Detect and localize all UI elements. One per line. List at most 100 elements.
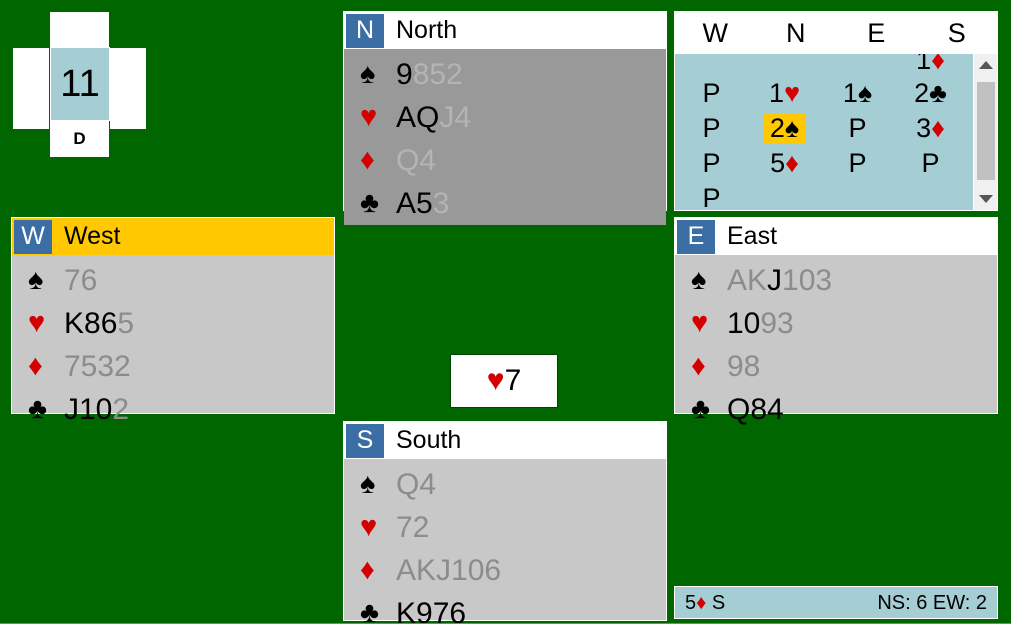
card-list-diamonds[interactable]: 7532	[64, 351, 131, 382]
bid-value: P	[915, 148, 945, 179]
bid-value: 5♦	[764, 148, 805, 179]
card-list-clubs[interactable]: A53	[396, 187, 449, 220]
hand-title-north: North	[396, 16, 458, 44]
bid-cell-s[interactable]: 2♣	[894, 76, 967, 111]
bid-value: P	[696, 183, 726, 211]
hand-panel-east[interactable]: E East ♠ AKJ103 ♥ 1093 ♦ 98 ♣ Q84	[674, 217, 998, 424]
cards-played: 72	[396, 510, 430, 544]
cards-held[interactable]: 10	[727, 307, 760, 340]
hand-panel-north[interactable]: N North ♠ 9852 ♥ AQJ4 ♦ Q4 ♣ A53	[343, 11, 667, 225]
hand-cards-east: ♠ AKJ103 ♥ 1093 ♦ 98 ♣ Q84	[675, 255, 997, 431]
suit-row-diamonds[interactable]: ♦ Q4	[344, 139, 666, 182]
heart-icon: ♥	[360, 101, 378, 133]
board-indicator: D 11	[13, 12, 146, 157]
cards-held[interactable]: Q84	[727, 393, 784, 426]
bid-cell-n[interactable]: 5♦	[748, 146, 821, 181]
suit-row-clubs[interactable]: ♣ J102	[12, 388, 334, 431]
cards-held[interactable]: K86	[64, 307, 117, 340]
suit-row-spades[interactable]: ♠ AKJ103	[675, 259, 997, 302]
hand-panel-south[interactable]: S South ♠ Q4 ♥ 72 ♦ AKJ106 ♣ K976	[343, 421, 667, 628]
card-list-diamonds[interactable]: 98	[727, 351, 760, 382]
cards-held[interactable]: AQ	[396, 101, 439, 134]
played-card: ♥7	[450, 354, 558, 408]
bid-level: P	[848, 148, 867, 178]
bid-cell-s[interactable]: 3♦	[894, 111, 967, 146]
bid-cell-w[interactable]: P	[675, 146, 748, 181]
bid-level: 2	[914, 78, 930, 108]
bidding-box[interactable]: W N E S 1♦ P 1♥ 1♠ 2♣ P 2♠ P 3♦ P 5♦ P P P	[674, 11, 998, 211]
heart-icon: ♥	[784, 78, 801, 108]
scroll-down-icon[interactable]	[974, 188, 997, 210]
card-list-spades[interactable]: Q4	[396, 469, 436, 500]
card-list-hearts[interactable]: K865	[64, 307, 134, 340]
hand-cards-west: ♠ 76 ♥ K865 ♦ 7532 ♣ J102	[12, 255, 334, 431]
suit-row-diamonds[interactable]: ♦ AKJ106	[344, 549, 666, 592]
suit-row-clubs[interactable]: ♣ Q84	[675, 388, 997, 431]
bid-value: P	[842, 113, 872, 144]
seat-badge-west: W	[14, 219, 52, 254]
bid-cell-w[interactable]: P	[675, 76, 748, 111]
bid-cell-n[interactable]: 2♠	[748, 111, 821, 146]
cards-played: J4	[439, 100, 472, 134]
club-icon: ♣	[28, 393, 48, 425]
card-list-diamonds[interactable]: AKJ106	[396, 555, 501, 586]
bid-value: 1♦	[910, 54, 951, 76]
card-list-clubs[interactable]: Q84	[727, 393, 784, 426]
bid-column-header-w: W	[702, 18, 728, 48]
diamond-icon: ♦	[931, 113, 945, 143]
club-icon: ♣	[691, 393, 711, 425]
spade-icon: ♠	[28, 264, 44, 296]
card-list-spades[interactable]: 76	[64, 265, 97, 296]
bid-cell-n[interactable]: 1♥	[748, 76, 821, 111]
bid-value: P	[696, 148, 726, 179]
bid-cell-w[interactable]: P	[675, 181, 748, 211]
scroll-up-icon[interactable]	[974, 54, 997, 76]
cards-held[interactable]: 9	[396, 58, 413, 91]
bidding-scrollbar[interactable]	[973, 54, 997, 210]
bid-cell-e[interactable]: P	[821, 146, 894, 181]
suit-row-hearts[interactable]: ♥ AQJ4	[344, 96, 666, 139]
cards-played: 103	[782, 263, 833, 297]
bid-value: 2♣	[908, 78, 953, 109]
suit-row-hearts[interactable]: ♥ 72	[344, 506, 666, 549]
bid-cell-s[interactable]: 1♦	[894, 54, 967, 76]
bid-cell-s[interactable]: P	[894, 146, 967, 181]
bid-cell-e[interactable]: P	[821, 111, 894, 146]
hand-title-south: South	[396, 426, 462, 454]
bidding-row: P	[675, 181, 967, 211]
suit-row-diamonds[interactable]: ♦ 98	[675, 345, 997, 388]
card-list-hearts[interactable]: 1093	[727, 307, 794, 340]
suit-row-diamonds[interactable]: ♦ 7532	[12, 345, 334, 388]
diamond-icon: ♦	[785, 148, 799, 178]
card-list-spades[interactable]: 9852	[396, 58, 463, 91]
card-list-spades[interactable]: AKJ103	[727, 263, 833, 297]
bidding-rows: 1♦ P 1♥ 1♠ 2♣ P 2♠ P 3♦ P 5♦ P P P	[675, 54, 967, 211]
suit-row-spades[interactable]: ♠ Q4	[344, 463, 666, 506]
cards-held[interactable]: J10	[64, 393, 112, 426]
card-list-hearts[interactable]: 72	[396, 510, 430, 544]
hand-panel-west[interactable]: W West ♠ 76 ♥ K865 ♦ 7532 ♣ J102	[11, 217, 335, 424]
cards-played: Q4	[396, 143, 437, 177]
card-list-clubs[interactable]: J102	[64, 393, 129, 426]
cards-held[interactable]: A5	[396, 187, 433, 220]
hand-header-east: E East	[675, 218, 997, 255]
bid-cell-e[interactable]: 1♠	[821, 76, 894, 111]
club-icon: ♣	[360, 187, 380, 219]
bid-cell-w[interactable]: P	[675, 111, 748, 146]
hand-title-east: East	[727, 222, 778, 250]
suit-row-spades[interactable]: ♠ 76	[12, 259, 334, 302]
card-list-diamonds[interactable]: Q4	[396, 143, 437, 177]
suit-row-hearts[interactable]: ♥ K865	[12, 302, 334, 345]
spade-icon: ♠	[691, 264, 707, 296]
card-list-hearts[interactable]: AQJ4	[396, 100, 472, 134]
bottom-strip	[0, 623, 1011, 631]
scrollbar-thumb[interactable]	[977, 82, 995, 180]
suit-row-clubs[interactable]: ♣ A53	[344, 182, 666, 225]
hand-title-west: West	[64, 222, 121, 250]
suit-row-hearts[interactable]: ♥ 1093	[675, 302, 997, 345]
board-number: 11	[50, 47, 110, 121]
bid-value: 3♦	[910, 113, 951, 144]
cards-held[interactable]: J	[767, 264, 782, 297]
bid-value: 1♥	[763, 78, 806, 109]
suit-row-spades[interactable]: ♠ 9852	[344, 53, 666, 96]
